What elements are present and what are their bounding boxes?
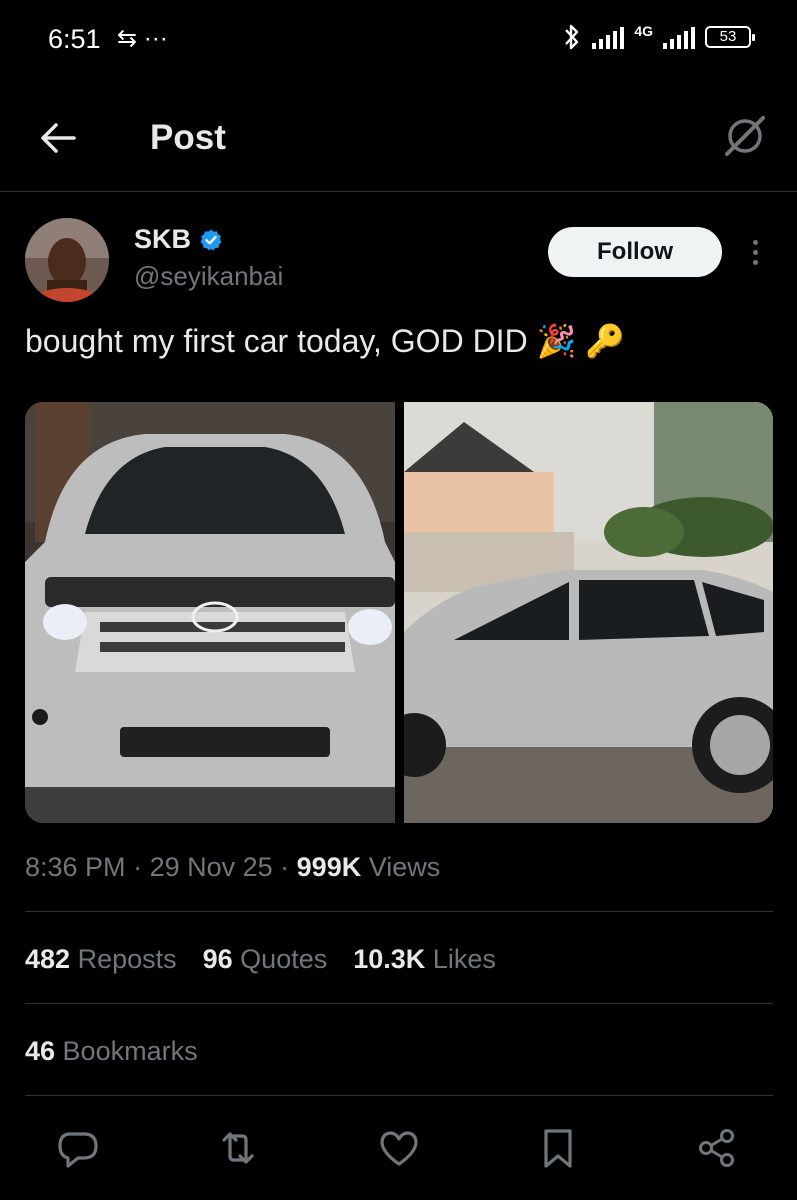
likes-label: Likes (425, 944, 496, 974)
avatar[interactable] (25, 218, 109, 302)
more-options-icon[interactable] (743, 232, 767, 272)
bookmarks-stat[interactable]: 46 Bookmarks (25, 1036, 198, 1067)
bookmarks-label: Bookmarks (55, 1036, 198, 1066)
meta-separator: · (272, 852, 297, 882)
divider (25, 911, 773, 912)
likes-count: 10.3K (353, 944, 426, 974)
likes-stat[interactable]: 10.3K Likes (353, 944, 496, 975)
reply-icon[interactable] (56, 1126, 100, 1170)
engagement-stats: 482 Reposts 96 Quotes 10.3K Likes (25, 944, 496, 975)
reposts-stat[interactable]: 482 Reposts (25, 944, 177, 975)
status-notification-icons: ⇆ ··· (117, 25, 168, 52)
signal-icon-2 (663, 25, 695, 49)
bluetooth-icon (565, 24, 579, 50)
bookmark-icon[interactable] (536, 1126, 580, 1170)
status-right-group: 4G 53 (562, 22, 755, 52)
author-name-row: SKB (134, 224, 223, 255)
post-header: Post (0, 92, 797, 192)
arrow-left-icon[interactable] (38, 118, 78, 158)
divider (25, 1003, 773, 1004)
reposts-label: Reposts (70, 944, 177, 974)
status-bar: 6:51 ⇆ ··· 4G 53 (0, 0, 797, 80)
bookmarks-count: 46 (25, 1036, 56, 1066)
share-icon[interactable] (695, 1126, 739, 1170)
views-label[interactable]: Views (361, 852, 441, 882)
verified-badge-icon (200, 229, 222, 250)
signal-icon (592, 25, 625, 49)
divider (25, 1095, 773, 1096)
post-time: 8:36 PM (25, 852, 126, 882)
heart-icon[interactable] (377, 1126, 421, 1170)
author-name[interactable]: SKB (134, 224, 191, 255)
battery-icon: 53 (705, 26, 755, 48)
status-time: 6:51 (48, 24, 101, 54)
post-date: 29 Nov 25 (149, 852, 273, 882)
follow-button[interactable]: Follow (548, 227, 722, 277)
reposts-count: 482 (25, 944, 71, 974)
grok-icon[interactable] (721, 112, 769, 160)
page-title: Post (150, 118, 226, 157)
car-side-photo[interactable] (403, 402, 773, 823)
tweet-text: bought my first car today, GOD DID 🎉 🔑 (25, 323, 626, 359)
quotes-count: 96 (202, 944, 233, 974)
meta-separator: · (125, 852, 150, 882)
action-bar (0, 1120, 797, 1176)
author-handle[interactable]: @seyikanbai (134, 261, 283, 292)
views-count[interactable]: 999K (297, 852, 362, 882)
quotes-label: Quotes (232, 944, 328, 974)
tweet-media[interactable] (25, 402, 773, 823)
post-meta: 8:36 PM · 29 Nov 25 · 999K Views (25, 852, 440, 883)
quotes-stat[interactable]: 96 Quotes (203, 944, 328, 975)
repost-icon[interactable] (216, 1126, 260, 1170)
car-front-photo[interactable] (25, 402, 395, 823)
network-type: 4G (634, 23, 653, 39)
